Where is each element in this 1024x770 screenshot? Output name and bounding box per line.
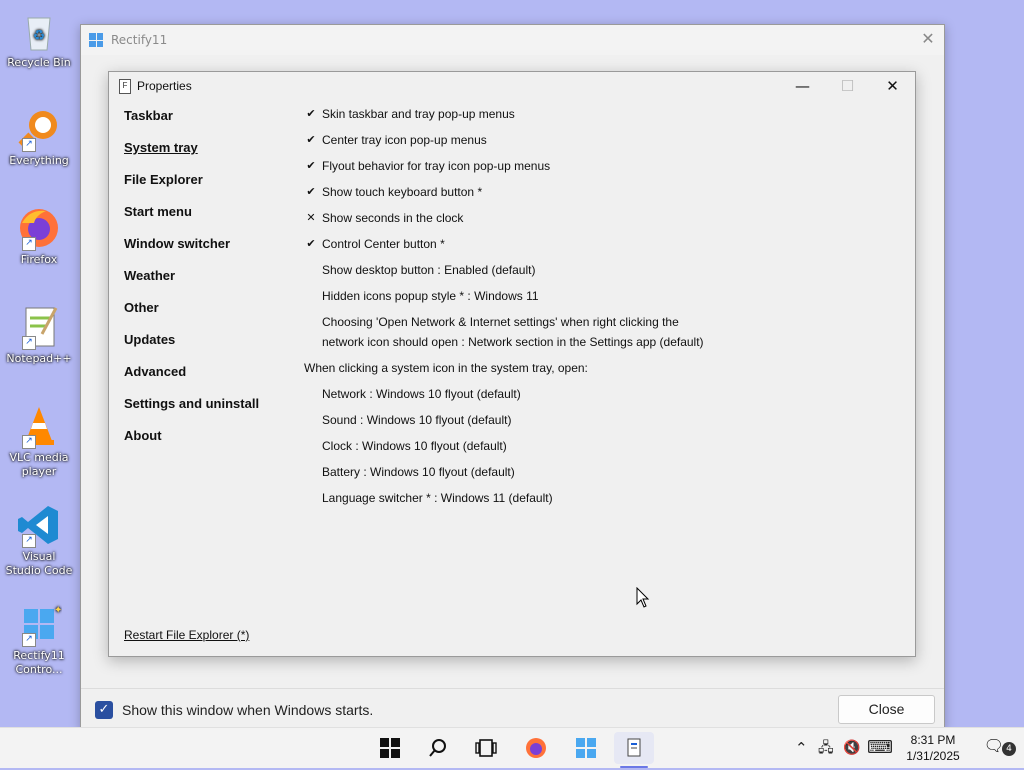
recycle-bin-icon: ♻ xyxy=(16,8,62,54)
setting-flyout-behavior[interactable]: ✔ Flyout behavior for tray icon pop-up me… xyxy=(304,153,904,179)
restart-explorer-link[interactable]: Restart File Explorer (*) xyxy=(124,628,249,642)
close-icon[interactable]: ✕ xyxy=(916,27,940,51)
mouse-cursor-icon xyxy=(636,587,650,608)
desktop-icon-label: Firefox xyxy=(20,253,58,266)
nav-item-window-switcher[interactable]: Window switcher xyxy=(124,236,294,268)
everything-search-icon: ↗ xyxy=(16,106,62,152)
checkmark-icon: ✔ xyxy=(306,186,316,198)
nav-item-system-tray[interactable]: System tray xyxy=(124,140,294,172)
startup-checkbox-label[interactable]: Show this window when Windows starts. xyxy=(122,702,373,718)
settings-nav: Taskbar System tray File Explorer Start … xyxy=(124,108,294,460)
chevron-up-icon: ⌃ xyxy=(795,739,808,757)
setting-language-switcher[interactable]: Language switcher * : Windows 11 (defaul… xyxy=(304,485,904,511)
nav-item-other[interactable]: Other xyxy=(124,300,294,332)
desktop-icon-everything[interactable]: ↗ Everything xyxy=(4,106,74,168)
setting-network-flyout[interactable]: Network : Windows 10 flyout (default) xyxy=(304,381,904,407)
desktop-icon-label: Recycle Bin xyxy=(7,56,71,69)
vscode-icon: ↗ xyxy=(16,502,62,548)
taskbar: ⌃ 🖧 🔇 ⌨ 8:31 PM 1/31/2025 🗨 4 xyxy=(0,727,1024,768)
svg-text:♻: ♻ xyxy=(33,28,46,44)
desktop-icon-rectify11[interactable]: ✦ ↗ Rectify11 Contro... xyxy=(4,601,74,677)
properties-title: Properties xyxy=(137,79,192,93)
tray-open-header: When clicking a system icon in the syste… xyxy=(304,361,588,375)
desktop-icon-vscode[interactable]: ↗ Visual Studio Code xyxy=(4,502,74,578)
close-icon: ✕ xyxy=(886,77,899,95)
volume-muted-icon[interactable]: 🔇 xyxy=(843,728,860,768)
maximize-icon: ☐ xyxy=(840,77,855,95)
properties-app-icon xyxy=(627,738,641,757)
minimize-button[interactable]: — xyxy=(780,72,825,100)
vlc-icon: ↗ xyxy=(16,403,62,449)
checkmark-icon: ✔ xyxy=(306,134,316,146)
setting-show-desktop[interactable]: Show desktop button : Enabled (default) xyxy=(304,257,904,283)
desktop-icon-label: VLC media player xyxy=(9,451,69,478)
system-tray-settings: ✔ Skin taskbar and tray pop-up menus ✔ Cen… xyxy=(304,101,904,511)
nav-item-taskbar[interactable]: Taskbar xyxy=(124,108,294,140)
checkmark-icon: ✔ xyxy=(306,160,316,172)
desktop-icon-label: Notepad++ xyxy=(6,352,72,365)
rectify11-titlebar[interactable]: Rectify11 xyxy=(81,25,944,55)
touch-keyboard-icon[interactable]: ⌨ xyxy=(867,728,893,768)
network-icon[interactable]: 🖧 xyxy=(818,728,834,768)
task-view-icon xyxy=(475,739,497,757)
clock-date: 1/31/2025 xyxy=(906,749,960,763)
setting-hidden-icons-style[interactable]: Hidden icons popup style * : Windows 11 xyxy=(304,283,904,309)
firefox-icon: ↗ xyxy=(16,205,62,251)
clock-time: 8:31 PM xyxy=(910,733,956,747)
setting-skin-menus[interactable]: ✔ Skin taskbar and tray pop-up menus xyxy=(304,101,904,127)
notepadpp-icon: ↗ xyxy=(16,304,62,350)
setting-clock-flyout[interactable]: Clock : Windows 10 flyout (default) xyxy=(304,433,904,459)
window-footer: ✓ Show this window when Windows starts. … xyxy=(81,688,944,729)
show-hidden-icons-button[interactable]: ⌃ xyxy=(795,728,808,768)
window-title: Rectify11 xyxy=(111,33,168,47)
taskbar-properties[interactable] xyxy=(614,732,654,768)
svg-text:✦: ✦ xyxy=(54,605,62,616)
nav-item-start-menu[interactable]: Start menu xyxy=(124,204,294,236)
desktop-icon-label: Visual Studio Code xyxy=(5,550,73,577)
properties-dialog: F Properties — ☐ ✕ Taskbar System tray F… xyxy=(108,71,916,657)
taskbar-firefox[interactable] xyxy=(516,732,556,764)
nav-item-updates[interactable]: Updates xyxy=(124,332,294,364)
rectify11-icon xyxy=(576,738,596,758)
setting-network-settings[interactable]: Choosing 'Open Network & Internet settin… xyxy=(304,309,904,355)
desktop-icon-vlc[interactable]: ↗ VLC media player xyxy=(4,403,74,479)
checkmark-icon: ✔ xyxy=(306,238,316,250)
maximize-button: ☐ xyxy=(825,72,870,100)
nav-item-advanced[interactable]: Advanced xyxy=(124,364,294,396)
setting-control-center[interactable]: ✔ Control Center button * xyxy=(304,231,904,257)
firefox-icon xyxy=(526,738,546,758)
search-button[interactable] xyxy=(418,732,458,764)
setting-battery-flyout[interactable]: Battery : Windows 10 flyout (default) xyxy=(304,459,904,485)
desktop-icon-recycle-bin[interactable]: ♻ Recycle Bin xyxy=(4,8,74,70)
rectify11-logo-icon xyxy=(89,33,103,47)
setting-touch-keyboard[interactable]: ✔ Show touch keyboard button * xyxy=(304,179,904,205)
properties-app-icon: F xyxy=(119,78,131,94)
notification-icon[interactable]: 🗨 xyxy=(984,736,1004,755)
windows-logo-icon xyxy=(380,738,400,758)
start-button[interactable] xyxy=(370,732,410,764)
cross-icon: ✕ xyxy=(306,212,316,224)
clock[interactable]: 8:31 PM 1/31/2025 xyxy=(898,732,968,764)
checkmark-icon: ✔ xyxy=(306,108,316,120)
nav-item-about[interactable]: About xyxy=(124,428,294,460)
minimize-icon: — xyxy=(795,77,810,95)
search-icon xyxy=(429,739,446,757)
setting-center-menus[interactable]: ✔ Center tray icon pop-up menus xyxy=(304,127,904,153)
startup-checkbox[interactable]: ✓ xyxy=(95,701,113,719)
rectify11-icon: ✦ ↗ xyxy=(16,601,62,647)
desktop-icon-label: Rectify11 Contro... xyxy=(13,649,65,676)
dialog-close-button[interactable]: ✕ xyxy=(870,72,915,100)
notification-badge: 4 xyxy=(1002,742,1016,756)
nav-item-settings-uninstall[interactable]: Settings and uninstall xyxy=(124,396,294,428)
setting-sound-flyout[interactable]: Sound : Windows 10 flyout (default) xyxy=(304,407,904,433)
task-view-button[interactable] xyxy=(466,732,506,764)
desktop-icon-notepadpp[interactable]: ↗ Notepad++ xyxy=(4,304,74,366)
nav-item-weather[interactable]: Weather xyxy=(124,268,294,300)
close-button[interactable]: Close xyxy=(838,695,935,724)
desktop-icon-label: Everything xyxy=(9,154,69,167)
nav-item-file-explorer[interactable]: File Explorer xyxy=(124,172,294,204)
setting-show-seconds[interactable]: ✕ Show seconds in the clock xyxy=(304,205,904,231)
taskbar-rectify11[interactable] xyxy=(566,732,606,764)
desktop-icon-firefox[interactable]: ↗ Firefox xyxy=(4,205,74,267)
